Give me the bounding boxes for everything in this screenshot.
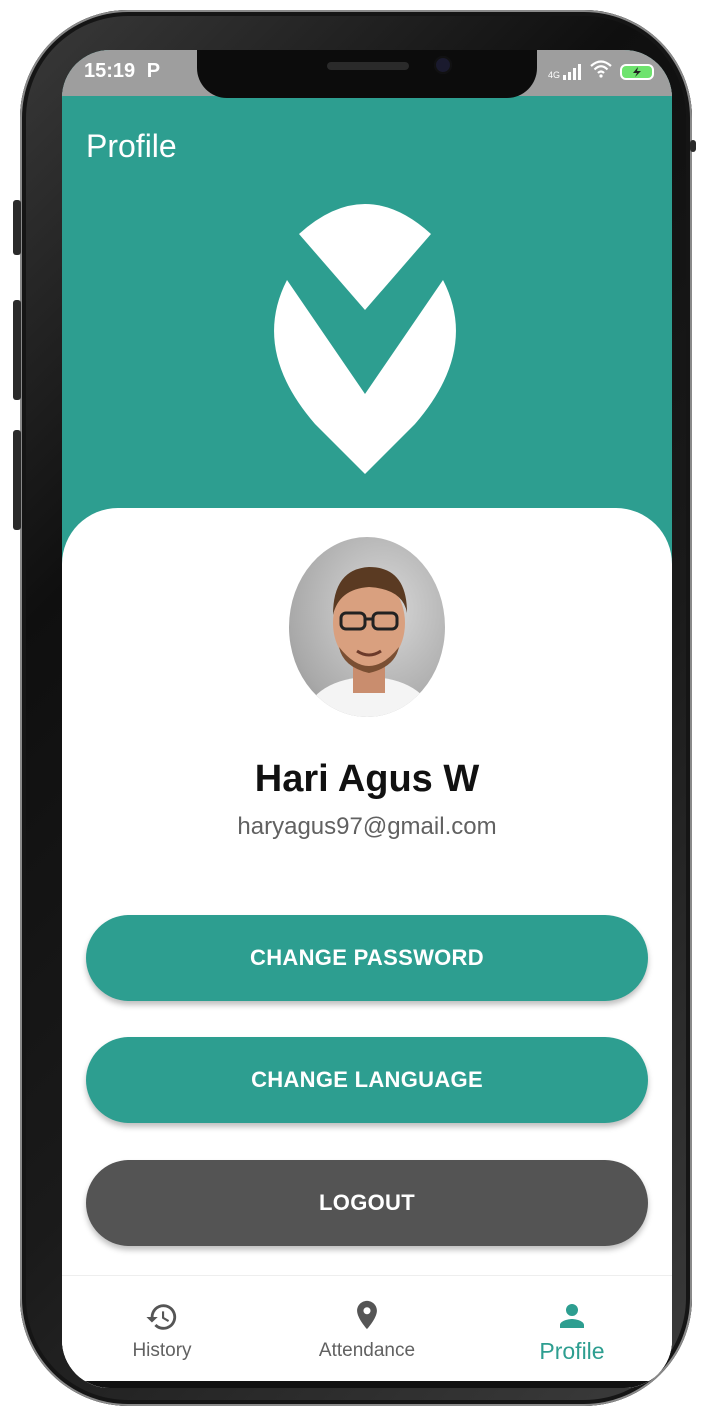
status-icons: 4G xyxy=(548,60,654,83)
nav-label-attendance: Attendance xyxy=(318,1340,416,1361)
avatar xyxy=(289,537,445,717)
volume-up-button xyxy=(13,300,21,400)
camera-notch xyxy=(197,50,537,98)
volume-down-button xyxy=(13,430,21,530)
user-email: haryagus97@gmail.com xyxy=(237,813,497,840)
screen-bottom-edge xyxy=(62,1381,672,1388)
person-icon xyxy=(560,1304,584,1328)
front-camera xyxy=(434,56,452,74)
nav-item-profile[interactable]: Profile xyxy=(472,1276,672,1365)
mute-switch xyxy=(13,200,21,255)
logout-button[interactable]: LOGOUT xyxy=(86,1160,648,1246)
screen: 15:19 P 4G Profile Hari Agus W haryagus9… xyxy=(62,50,672,1388)
change-language-button[interactable]: CHANGE LANGUAGE xyxy=(86,1037,648,1123)
status-time: 15:19 P xyxy=(84,60,160,83)
network-type: 4G xyxy=(547,69,560,80)
wifi-icon xyxy=(590,60,612,83)
earpiece-speaker xyxy=(327,62,409,70)
battery-icon xyxy=(620,63,654,80)
page-title: Profile xyxy=(86,128,177,164)
clock: 15:19 xyxy=(84,60,136,82)
nav-label-history: History xyxy=(132,1340,192,1361)
bottom-navigation: History Attendance Profile xyxy=(62,1275,672,1388)
history-icon xyxy=(146,1304,177,1330)
nav-item-attendance[interactable]: Attendance xyxy=(267,1276,467,1362)
nav-label-profile: Profile xyxy=(539,1338,605,1364)
user-name: Hari Agus W xyxy=(254,758,480,800)
notification-app-icon: P xyxy=(146,60,161,82)
location-pin-icon xyxy=(357,1300,377,1330)
app-logo xyxy=(274,204,456,474)
nav-item-history[interactable]: History xyxy=(62,1276,262,1362)
power-button xyxy=(690,140,696,152)
change-password-button[interactable]: CHANGE PASSWORD xyxy=(86,915,648,1001)
signal-icon: 4G xyxy=(547,63,582,80)
